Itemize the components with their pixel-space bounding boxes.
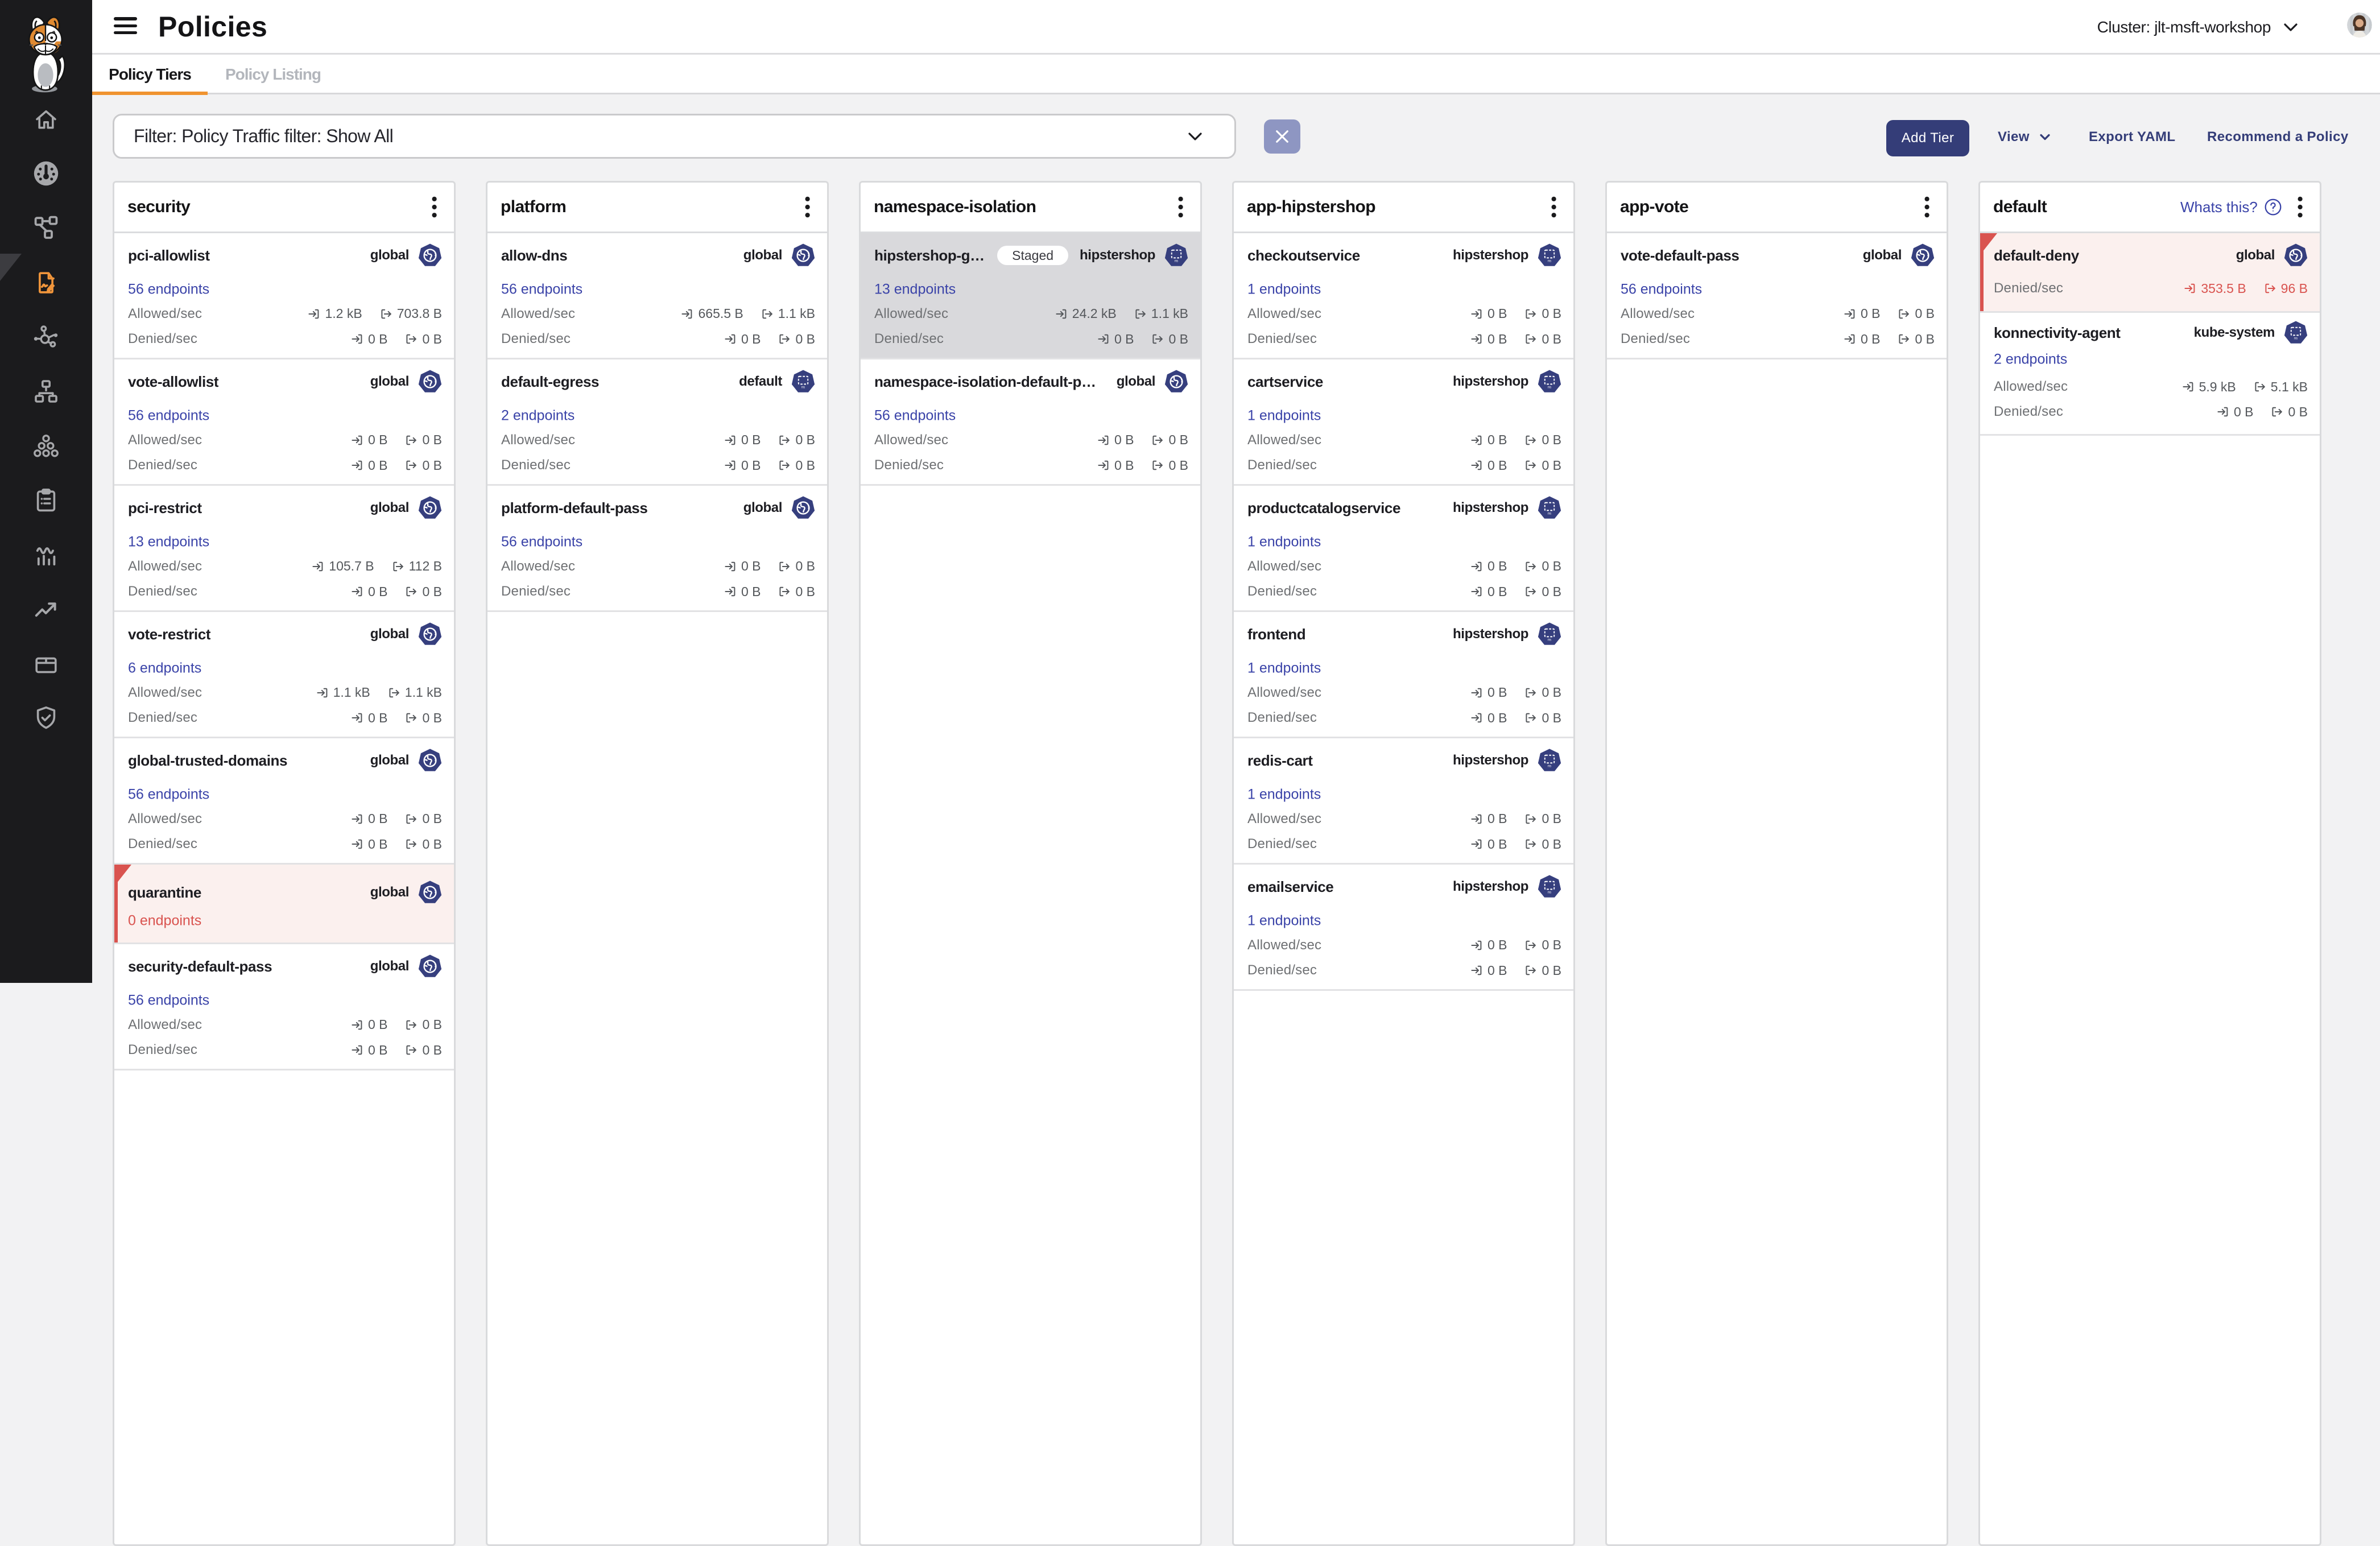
svg-text:ns: ns [1548, 639, 1551, 642]
svg-text:ns: ns [1548, 512, 1551, 516]
svg-text:ns: ns [801, 386, 805, 390]
svg-text:ns: ns [1548, 765, 1551, 768]
svg-text:ns: ns [1548, 891, 1551, 895]
svg-text:ns: ns [1548, 260, 1551, 263]
svg-text:ns: ns [2294, 337, 2298, 341]
svg-text:ns: ns [1175, 260, 1178, 263]
svg-text:ns: ns [1548, 386, 1551, 390]
